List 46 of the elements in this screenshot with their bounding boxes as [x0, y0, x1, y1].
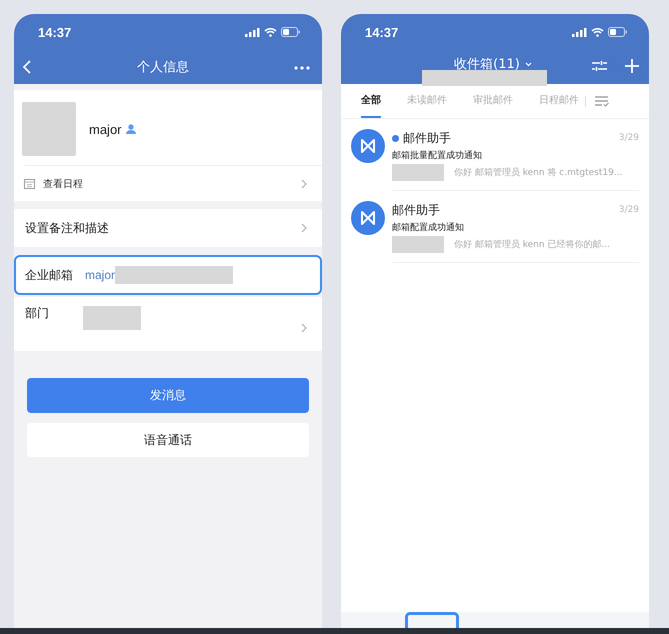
caret-icon[interactable]: [524, 62, 532, 66]
battery-icon: [608, 27, 627, 37]
chevron-icon: [301, 323, 308, 333]
calendar-icon: [24, 178, 35, 188]
email-value: major: [85, 268, 116, 282]
department-row[interactable]: 部门: [14, 297, 322, 351]
list-menu-icon[interactable]: [595, 96, 609, 106]
mail-preview: 你好 邮箱管理员 kenn 已经将你的邮...: [454, 238, 610, 251]
back-icon[interactable]: [22, 60, 32, 74]
row-label: 设置备注和描述: [25, 220, 109, 236]
avatar: [22, 102, 76, 156]
row-label: 企业邮箱: [25, 266, 73, 284]
mail-sender: 邮件助手: [392, 202, 440, 218]
chevron-icon: [301, 223, 308, 233]
status-time: 14:37: [38, 24, 72, 40]
send-message-button[interactable]: 发消息: [27, 378, 309, 413]
voice-call-button[interactable]: 语音通话: [27, 423, 309, 457]
mail-sender: 邮件助手: [403, 130, 451, 146]
chevron-icon: [301, 178, 308, 188]
page-title: 个人信息: [137, 59, 189, 76]
mail-date: 3/29: [618, 205, 639, 215]
user-name: major: [89, 122, 122, 136]
mail-assistant-icon: [351, 129, 385, 163]
status-time: 14:37: [365, 24, 398, 40]
tab[interactable]: 全部: [361, 84, 381, 118]
schedule-label: 查看日程: [43, 178, 83, 190]
inbox-title[interactable]: 收件箱(11): [454, 55, 520, 73]
mail-preview: 你好 邮箱管理员 kenn 将 c.mtgtest19...: [454, 166, 622, 179]
mail-item[interactable]: 邮件助手 3/29 邮箱配置成功通知 你好 邮箱管理员 kenn 已经将你的邮...: [341, 191, 649, 263]
plus-icon[interactable]: [625, 59, 639, 73]
mail-item[interactable]: 邮件助手 3/29 邮箱批量配置成功通知 你好 邮箱管理员 kenn 将 c.mtgtest19...: [341, 119, 649, 191]
filter-icon[interactable]: [592, 60, 607, 72]
mail-subject: 邮箱配置成功通知: [392, 222, 465, 234]
mail-subject: 邮箱批量配置成功通知: [392, 150, 483, 162]
more-icon[interactable]: [294, 65, 310, 69]
signal-icon: [572, 28, 587, 36]
row-label: 部门: [25, 305, 49, 322]
person-icon: [126, 124, 136, 134]
wifi-icon: [591, 27, 604, 37]
battery-icon: [281, 27, 300, 37]
mail-date: 3/29: [618, 133, 639, 143]
signal-icon: [245, 28, 260, 36]
remark-row[interactable]: 设置备注和描述: [14, 209, 322, 247]
wifi-icon: [264, 27, 277, 37]
schedule-row[interactable]: 查看日程: [24, 165, 322, 201]
mail-assistant-icon: [351, 201, 385, 235]
